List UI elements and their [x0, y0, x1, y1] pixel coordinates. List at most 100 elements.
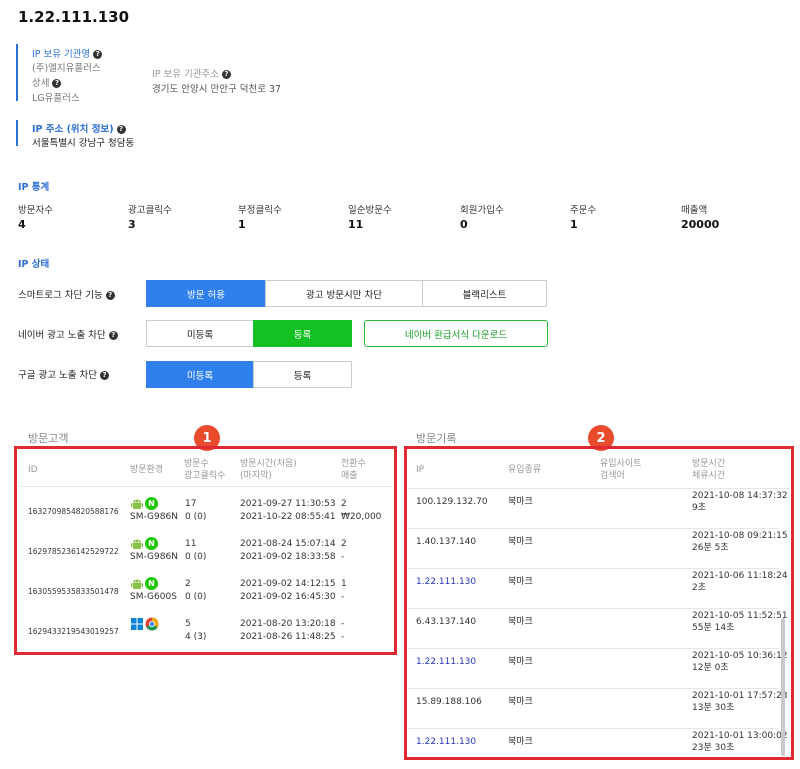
last-visit-time: 2021-10-22 08:55:41 — [240, 512, 336, 522]
conversion-count: 1 — [341, 579, 347, 589]
row-divider — [408, 648, 778, 649]
record-type: 북마크 — [508, 617, 533, 627]
first-visit-time: 2021-09-27 11:30:53 — [240, 499, 336, 509]
ad-click-count: 4 (3) — [185, 632, 207, 642]
block-ad-visit-button[interactable]: 광고 방문시만 차단 — [265, 280, 423, 307]
visitor-id[interactable]: 1630559535833501478 — [28, 585, 119, 598]
help-icon[interactable]: ? — [116, 125, 126, 134]
record-visit-time: 2021-10-06 11:18:24 — [692, 571, 788, 581]
help-icon[interactable]: ? — [52, 79, 62, 88]
row-divider — [408, 728, 778, 729]
ad-click-count: 0 (0) — [185, 592, 207, 602]
col-site: 유입사이트 검색어 — [600, 459, 642, 481]
android-icon — [130, 497, 144, 511]
stat-value: 1 — [238, 218, 246, 231]
org-detail-label: 상세? — [32, 75, 62, 89]
record-ip: 100.129.132.70 — [416, 497, 488, 507]
col-ip: IP — [416, 465, 425, 475]
sales-amount: ₩20,000 — [341, 512, 382, 522]
visit-count: 5 — [185, 619, 191, 629]
org-name-value: (주)엘지유플러스 — [32, 63, 101, 74]
col-conv: 전환수 매출 — [341, 459, 366, 481]
org-name-label: IP 보유 기관명? — [32, 46, 103, 60]
last-visit-time: 2021-09-02 18:33:58 — [240, 552, 336, 562]
first-visit-time: 2021-08-24 15:07:14 — [240, 539, 336, 549]
conversion-count: 2 — [341, 539, 347, 549]
help-icon[interactable]: ? — [99, 371, 109, 380]
records-scrollbar[interactable] — [781, 618, 785, 756]
device-model: SM-G600S — [130, 592, 177, 602]
stat-label: 방문자수 — [18, 205, 53, 216]
status-title: IP 상태 — [18, 259, 50, 270]
col-counts: 방문수 광고클릭수 — [184, 459, 226, 481]
sales-amount: - — [341, 592, 345, 602]
records-title: 방문기록 — [416, 432, 457, 445]
stat-label: 회원가입수 — [460, 205, 504, 216]
naver-icon: N — [145, 537, 158, 550]
record-ip[interactable]: 1.22.111.130 — [416, 576, 476, 589]
row-divider — [408, 688, 778, 689]
sales-amount: - — [341, 552, 345, 562]
header-divider — [20, 486, 392, 487]
visitor-id[interactable]: 1632709854820588176 — [28, 505, 119, 518]
first-visit-time: 2021-09-02 14:12:15 — [240, 579, 336, 589]
ad-click-count: 0 (0) — [185, 512, 207, 522]
record-type: 북마크 — [508, 697, 533, 707]
location-bar — [16, 120, 18, 146]
naver-registered-button[interactable]: 등록 — [253, 320, 352, 347]
stat-label: 부정클릭수 — [238, 205, 282, 216]
google-registered-button[interactable]: 등록 — [253, 361, 352, 388]
naver-download-button[interactable]: 네이버 환급서식 다운로드 — [364, 320, 548, 347]
visitor-id[interactable]: 1629785236142529722 — [28, 545, 119, 558]
help-icon[interactable]: ? — [105, 291, 115, 300]
device-model: SM-G986N — [130, 552, 178, 562]
stat-value: 3 — [128, 218, 136, 231]
android-icon — [130, 537, 144, 551]
record-stay-time: 55분 14초 — [692, 623, 735, 633]
visitors-title: 방문고객 — [28, 432, 69, 445]
help-icon[interactable]: ? — [93, 50, 103, 59]
row-divider — [408, 568, 778, 569]
record-type: 북마크 — [508, 737, 533, 747]
stat-value: 4 — [18, 218, 26, 231]
stat-value: 1 — [570, 218, 578, 231]
record-type: 북마크 — [508, 497, 533, 507]
record-ip[interactable]: 1.22.111.130 — [416, 656, 476, 669]
stats-title: IP 통계 — [18, 182, 50, 193]
record-type: 북마크 — [508, 537, 533, 547]
device-model: SM-G986N — [130, 512, 178, 522]
location-label: IP 주소 (위치 정보)? — [32, 121, 126, 135]
google-unregistered-button[interactable]: 미등록 — [146, 361, 254, 388]
google-block-label: 구글 광고 노출 차단? — [18, 367, 109, 381]
record-ip: 15.89.188.106 — [416, 697, 482, 707]
conversion-count: 2 — [341, 499, 347, 509]
visitor-id[interactable]: 1629433219543019257 — [28, 625, 119, 638]
help-icon[interactable]: ? — [222, 70, 232, 79]
col-id: ID — [28, 465, 38, 475]
record-ip[interactable]: 1.22.111.130 — [416, 736, 476, 749]
conversion-count: - — [341, 619, 345, 629]
help-icon[interactable]: ? — [108, 331, 118, 340]
naver-block-label: 네이버 광고 노출 차단? — [18, 327, 118, 341]
naver-unregistered-button[interactable]: 미등록 — [146, 320, 254, 347]
record-stay-time: 12분 0초 — [692, 663, 729, 673]
allow-visit-button[interactable]: 방문 허용 — [146, 280, 266, 307]
org-detail-value: LG유플러스 — [32, 93, 80, 104]
location-value: 서울특별시 강남구 청담동 — [32, 138, 135, 149]
visit-count: 11 — [185, 539, 197, 549]
row-divider — [408, 608, 778, 609]
page-title: 1.22.111.130 — [18, 8, 130, 26]
record-visit-time: 2021-10-08 14:37:32 — [692, 491, 788, 501]
col-env: 방문환경 — [130, 465, 164, 475]
stat-label: 광고클릭수 — [128, 205, 172, 216]
record-type: 북마크 — [508, 577, 533, 587]
naver-icon: N — [145, 577, 158, 590]
record-ip: 6.43.137.140 — [416, 617, 477, 627]
visit-count: 17 — [185, 499, 197, 509]
ad-click-count: 0 (0) — [185, 552, 207, 562]
blacklist-button[interactable]: 블랙리스트 — [422, 280, 547, 307]
stat-value: 20000 — [681, 218, 720, 231]
record-type: 북마크 — [508, 657, 533, 667]
stat-label: 일순방문수 — [348, 205, 392, 216]
android-icon — [130, 577, 144, 591]
